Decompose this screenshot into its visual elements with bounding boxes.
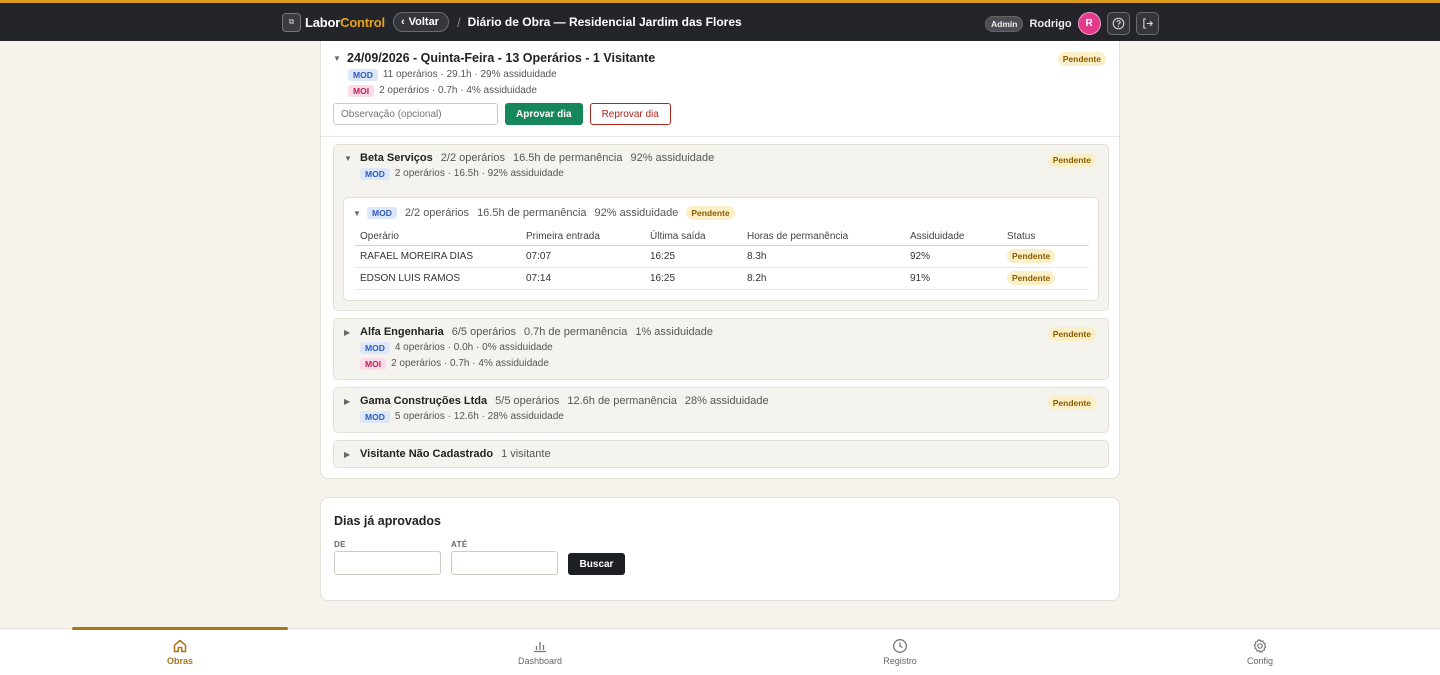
- day-moi-stat: MOI 2 operários · 0.7h · 4% assiduidade: [348, 84, 1107, 97]
- bar-chart-icon: [534, 642, 546, 653]
- logout-button[interactable]: [1135, 12, 1159, 35]
- day-header: ▼ 24/09/2026 - Quinta-Feira - 13 Operári…: [321, 41, 1119, 137]
- username: Rodrigo: [1029, 17, 1072, 30]
- mod-detail-card: ▼ MOD 2/2 operários 16.5h de permanência…: [343, 197, 1099, 301]
- to-date-input[interactable]: [451, 551, 558, 575]
- to-label: ATÉ: [451, 540, 468, 549]
- brand: LaborControl: [305, 14, 385, 30]
- nav-registro[interactable]: Registro: [840, 638, 960, 666]
- help-icon: [1112, 17, 1124, 30]
- approve-day-button[interactable]: Aprovar dia: [505, 103, 583, 125]
- company-gama[interactable]: ▶ Gama Construções Ltda 5/5 operários 12…: [333, 387, 1109, 433]
- bottom-nav: Obras Dashboard Registro Config: [0, 627, 1440, 675]
- status-badge: Pendente: [1047, 153, 1096, 167]
- gear-icon: [1253, 639, 1267, 653]
- status-badge: Pendente: [686, 206, 735, 220]
- logout-icon: [1142, 18, 1153, 29]
- page-title: Diário de Obra — Residencial Jardim das …: [467, 15, 742, 29]
- status-badge: Pendente: [1057, 52, 1106, 66]
- help-button[interactable]: [1106, 12, 1130, 35]
- approved-days-title: Dias já aprovados: [334, 514, 441, 528]
- clock-icon: [893, 639, 907, 653]
- status-badge: Pendente: [1047, 327, 1096, 341]
- column-header: Status: [1002, 229, 1089, 246]
- observation-input[interactable]: [333, 103, 498, 125]
- operators-table: Operário Primeira entrada Última saída H…: [355, 229, 1089, 290]
- column-header: Última saída: [645, 229, 742, 246]
- column-header: Primeira entrada: [521, 229, 645, 246]
- company-stat: MOD 5 operários · 12.6h · 28% assiduidad…: [360, 410, 1108, 423]
- column-header: Operário: [355, 229, 521, 246]
- breadcrumb-separator: /: [456, 14, 461, 30]
- nav-dashboard[interactable]: Dashboard: [480, 638, 600, 666]
- column-header: Assiduidade: [905, 229, 1002, 246]
- back-button[interactable]: ‹ Voltar: [392, 12, 449, 32]
- from-date-input[interactable]: [334, 551, 441, 575]
- caret-right-icon[interactable]: ▶: [344, 397, 352, 406]
- company-stat: MOD 2 operários · 16.5h · 92% assiduidad…: [360, 167, 1108, 180]
- avatar[interactable]: R: [1077, 12, 1101, 35]
- home-icon: [173, 639, 187, 653]
- search-button[interactable]: Buscar: [568, 553, 625, 575]
- caret-down-icon[interactable]: ▼: [344, 154, 352, 163]
- company-alfa[interactable]: ▶ Alfa Engenharia 6/5 operários 0.7h de …: [333, 318, 1109, 380]
- table-row: RAFAEL MOREIRA DIAS 07:07 16:25 8.3h 92%…: [355, 245, 1089, 268]
- company-beta: ▼ Beta Serviços 2/2 operários 16.5h de p…: [333, 144, 1109, 311]
- caret-right-icon[interactable]: ▶: [344, 450, 352, 459]
- status-badge: Pendente: [1007, 270, 1056, 285]
- column-header: Horas de permanência: [742, 229, 905, 246]
- nav-obras[interactable]: Obras: [120, 638, 240, 666]
- active-nav-indicator: [72, 627, 288, 630]
- app-logo-icon: ⧉: [282, 12, 301, 32]
- status-badge: Pendente: [1047, 396, 1096, 410]
- nav-config[interactable]: Config: [1200, 638, 1320, 666]
- approved-days-card: Dias já aprovados DE ATÉ Buscar: [320, 497, 1120, 601]
- caret-down-icon[interactable]: ▼: [333, 54, 347, 63]
- table-row: EDSON LUIS RAMOS 07:14 16:25 8.2h 91% Pe…: [355, 267, 1089, 290]
- day-mod-stat: MOD 11 operários · 29.1h · 29% assiduida…: [348, 68, 1107, 81]
- company-stat: MOI 2 operários · 0.7h · 4% assiduidade: [360, 357, 1108, 370]
- reject-day-button[interactable]: Reprovar dia: [589, 103, 671, 125]
- company-stat: MOD 4 operários · 0.0h · 0% assiduidade: [360, 341, 1108, 354]
- status-badge: Pendente: [1007, 248, 1056, 263]
- from-label: DE: [334, 540, 346, 549]
- chevron-left-icon: ‹: [400, 16, 405, 28]
- day-title: 24/09/2026 - Quinta-Feira - 13 Operários…: [347, 51, 656, 65]
- top-bar: ⧉ LaborControl ‹ Voltar / Diário de Obra…: [0, 0, 1440, 41]
- caret-down-icon[interactable]: ▼: [353, 209, 361, 218]
- caret-right-icon[interactable]: ▶: [344, 328, 352, 337]
- company-visitor[interactable]: ▶ Visitante Não Cadastrado 1 visitante: [333, 440, 1109, 468]
- day-card: ▼ 24/09/2026 - Quinta-Feira - 13 Operári…: [320, 41, 1120, 479]
- role-badge: Admin: [985, 15, 1024, 32]
